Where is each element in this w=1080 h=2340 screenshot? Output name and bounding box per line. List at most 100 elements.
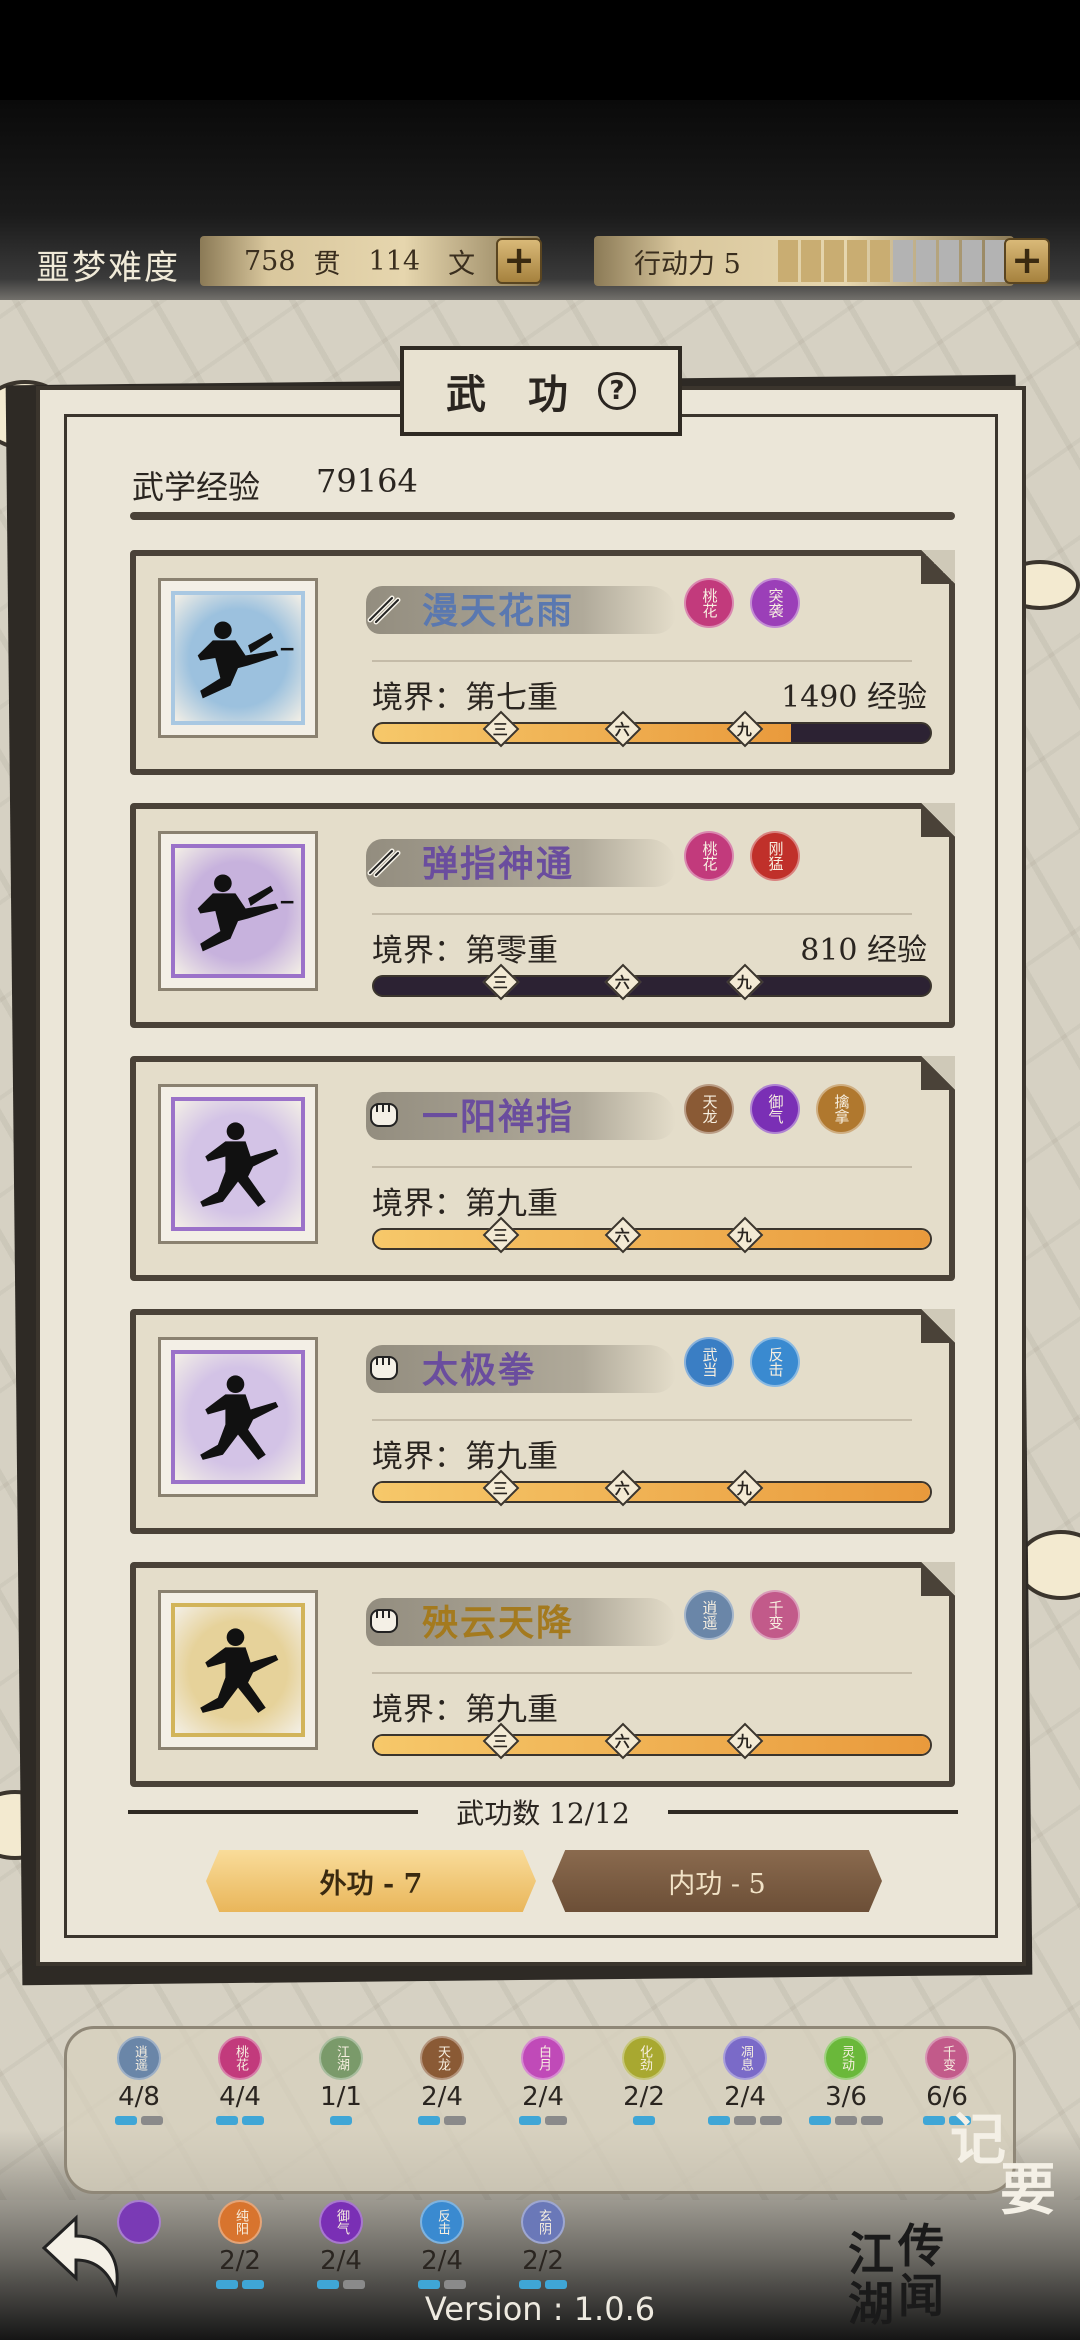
fist-icon (366, 1096, 402, 1132)
money-display: 758 贯 114 文 (200, 236, 540, 286)
skill-name: 太极拳 (422, 1349, 537, 1391)
add-money-button[interactable]: + (496, 238, 542, 284)
school-item[interactable]: 纯阳 2/2 (201, 2200, 279, 2289)
skill-name: 漫天花雨 (422, 590, 575, 632)
school-count: 2/4 (724, 2082, 766, 2112)
skill-exp: 810 经验 (800, 933, 927, 968)
school-pip (444, 2116, 466, 2125)
skill-card[interactable]: 殃云天降 逍遥 千变 境界：第九重三 六 九 (130, 1562, 955, 1787)
skill-progress-bar (372, 1734, 932, 1756)
school-item[interactable]: 反击 2/4 (403, 2200, 481, 2289)
martial-exp-row: 武学经验 79164 (132, 462, 418, 508)
skill-tags: 武当 反击 (684, 1337, 800, 1387)
realm-marker-label: 六 (615, 973, 631, 992)
school-pip (809, 2116, 831, 2125)
action-point-cell (985, 240, 1005, 282)
skill-realm: 境界：第九重 (372, 1692, 558, 1728)
school-count: 2/4 (421, 2246, 463, 2276)
school-count: 2/2 (522, 2246, 564, 2276)
skill-card[interactable]: 弹指神通 桃花 刚猛 境界：第零重 810 经验三 六 九 (130, 803, 955, 1028)
dart-icon (366, 590, 402, 626)
add-action-points-button[interactable]: + (1004, 238, 1050, 284)
school-icon: 桃花 (218, 2036, 262, 2080)
help-icon[interactable]: ? (597, 372, 636, 410)
school-pip (343, 2280, 365, 2289)
school-tag[interactable]: 桃花 (684, 578, 734, 628)
money-wen-value: 114 (368, 245, 421, 277)
skill-name: 弹指神通 (422, 843, 575, 885)
skill-progress-fill (374, 1483, 930, 1501)
skill-card[interactable]: 一阳禅指 天龙 御气 擒拿 境界：第九重三 六 九 (130, 1056, 955, 1281)
school-pip (519, 2280, 541, 2289)
tab-outer-skills[interactable]: 外功 - 7 (206, 1850, 536, 1912)
school-item[interactable]: 灵动 3/6 (807, 2036, 885, 2125)
action-points-meter (778, 240, 1005, 282)
fighting-stance-figure-icon (171, 1097, 305, 1231)
skill-realm: 境界：第零重 (372, 933, 558, 969)
school-pip (760, 2116, 782, 2125)
divider (372, 660, 912, 662)
skill-progress-fill (374, 1736, 930, 1754)
school-tag[interactable]: 擒拿 (816, 1084, 866, 1134)
school-tag[interactable]: 突袭 (750, 578, 800, 628)
action-point-cell (778, 240, 798, 282)
version-label: Version : 1.0.6 (424, 2290, 656, 2328)
school-icon: 江湖 (319, 2036, 363, 2080)
school-count: 4/4 (219, 2082, 261, 2112)
page-title: 武 功 (446, 371, 582, 418)
school-pip (418, 2280, 440, 2289)
realm-marker-label: 三 (493, 720, 509, 739)
school-pips (418, 2280, 466, 2289)
school-tag[interactable]: 千变 (750, 1590, 800, 1640)
skill-realm: 境界：第九重 (372, 1186, 558, 1222)
school-item[interactable]: 天龙 2/4 (403, 2036, 481, 2125)
school-pip (835, 2116, 857, 2125)
school-icon: 凋息 (723, 2036, 767, 2080)
school-count: 2/2 (623, 2082, 665, 2112)
school-pips (519, 2280, 567, 2289)
school-item[interactable]: 江湖 1/1 (302, 2036, 380, 2125)
school-icon: 逍遥 (117, 2036, 161, 2080)
skill-name: 一阳禅指 (422, 1096, 575, 1138)
school-tag[interactable]: 天龙 (684, 1084, 734, 1134)
school-tag[interactable]: 刚猛 (750, 831, 800, 881)
school-icon: 化劲 (622, 2036, 666, 2080)
school-pip (633, 2116, 655, 2125)
action-point-cell (939, 240, 959, 282)
school-item[interactable]: 桃花 4/4 (201, 2036, 279, 2125)
school-item[interactable]: 化劲 2/2 (605, 2036, 683, 2125)
skill-card[interactable]: 漫天花雨 桃花 突袭 境界：第七重 1490 经验三 六 九 (130, 550, 955, 775)
fighting-stance-figure-icon (171, 1603, 305, 1737)
action-point-cell (847, 240, 867, 282)
school-tag[interactable]: 反击 (750, 1337, 800, 1387)
action-point-cell (824, 240, 844, 282)
school-item[interactable]: 玄阴 2/2 (504, 2200, 582, 2289)
school-pip (317, 2280, 339, 2289)
realm-marker-label: 三 (493, 973, 509, 992)
school-item[interactable]: 白月 2/4 (504, 2036, 582, 2125)
skill-count-row: 武功数 12/12 (128, 1792, 958, 1832)
school-tag[interactable]: 武当 (684, 1337, 734, 1387)
difficulty-label: 噩梦难度 (36, 248, 180, 288)
skill-progress-bar (372, 975, 932, 997)
skill-realm: 境界：第七重 (372, 680, 558, 716)
school-item[interactable]: 凋息 2/4 (706, 2036, 784, 2125)
martial-exp-label: 武学经验 (132, 468, 261, 506)
school-tag[interactable]: 御气 (750, 1084, 800, 1134)
school-item[interactable]: 御气 2/4 (302, 2200, 380, 2289)
school-item[interactable]: 逍遥 4/8 (100, 2036, 178, 2125)
realm-marker-label: 九 (737, 720, 753, 739)
school-icon: 白月 (521, 2036, 565, 2080)
realm-marker-label: 六 (615, 720, 631, 739)
school-pip (242, 2280, 264, 2289)
tab-inner-skills[interactable]: 内功 - 5 (552, 1850, 882, 1912)
school-pip (545, 2280, 567, 2289)
school-tag[interactable]: 桃花 (684, 831, 734, 881)
school-icon: 灵动 (824, 2036, 868, 2080)
skill-name: 殃云天降 (422, 1602, 575, 1644)
skill-card[interactable]: 太极拳 武当 反击 境界：第九重三 六 九 (130, 1309, 955, 1534)
school-tag[interactable]: 逍遥 (684, 1590, 734, 1640)
school-pip (216, 2280, 238, 2289)
realm-marker-label: 三 (493, 1732, 509, 1751)
divider (372, 1672, 912, 1674)
